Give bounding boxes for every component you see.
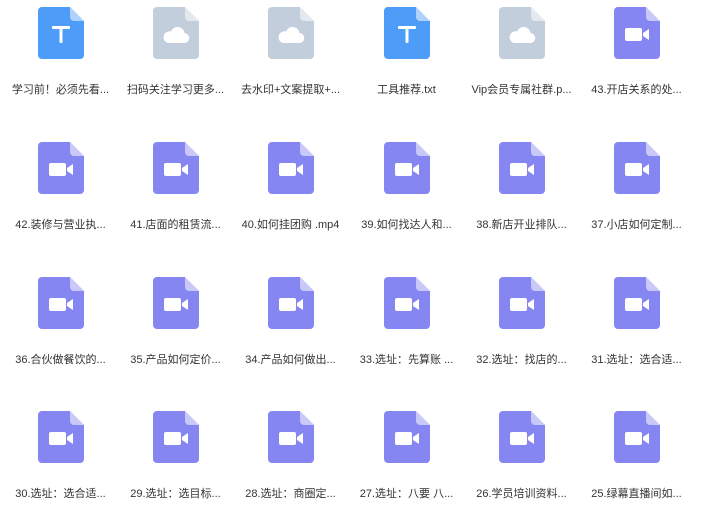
file-name: 33.选址：先算账 ... [359,354,454,366]
file-item[interactable]: 去水印+文案提取+... [233,7,348,125]
file-name: 学习前！必须先看... [11,84,110,96]
file-item[interactable]: 32.选址：找店的... [464,277,579,395]
file-name: 32.选址：找店的... [476,354,567,366]
file-item[interactable]: 工具推荐.txt [349,7,464,125]
video-file-icon [153,411,199,463]
video-file-icon [614,142,660,194]
file-item[interactable]: 34.产品如何做出... [233,277,348,395]
video-file-icon [38,277,84,329]
file-item[interactable]: 28.选址：商圈定... [233,411,348,519]
file-item[interactable]: 41.店面的租赁流... [118,142,233,260]
file-item[interactable]: 31.选址：选合适... [579,277,694,395]
video-file-icon [153,277,199,329]
video-file-icon [268,411,314,463]
file-item[interactable]: 33.选址：先算账 ... [349,277,464,395]
video-file-icon [384,277,430,329]
file-name: 39.如何找达人和... [361,219,452,231]
file-name: 去水印+文案提取+... [240,84,340,96]
video-file-icon [499,142,545,194]
file-name: 40.如何挂团购 .mp4 [241,219,340,231]
file-name: Vip会员专属社群.p... [471,84,572,96]
text-file-icon [38,7,84,59]
video-file-icon [614,7,660,59]
text-file-icon [384,7,430,59]
file-name: 34.产品如何做出... [245,354,336,366]
file-item[interactable]: 35.产品如何定价... [118,277,233,395]
file-item[interactable]: 25.绿幕直播间如... [579,411,694,519]
video-file-icon [38,142,84,194]
file-item[interactable]: 扫码关注学习更多... [118,7,233,125]
file-item[interactable]: 36.合伙做餐饮的... [3,277,118,395]
file-name: 36.合伙做餐饮的... [15,354,106,366]
file-item[interactable]: 27.选址：八要 八... [349,411,464,519]
file-name: 28.选址：商圈定... [245,488,336,500]
cloud-file-icon [499,7,545,59]
file-name: 42.装修与营业执... [15,219,106,231]
video-file-icon [614,277,660,329]
file-name: 29.选址：选目标... [130,488,221,500]
file-item[interactable]: 39.如何找达人和... [349,142,464,260]
file-name: 26.学员培训资料... [476,488,567,500]
file-item[interactable]: 29.选址：选目标... [118,411,233,519]
file-item[interactable]: 学习前！必须先看... [3,7,118,125]
video-file-icon [268,277,314,329]
file-name: 37.小店如何定制... [591,219,682,231]
file-item[interactable]: 38.新店开业排队... [464,142,579,260]
file-name: 31.选址：选合适... [591,354,682,366]
video-file-icon [384,142,430,194]
file-name: 35.产品如何定价... [130,354,221,366]
video-file-icon [38,411,84,463]
file-grid: 学习前！必须先看... 扫码关注学习更多... 去水印+文案提取+... 工具推荐.t… [0,0,703,519]
video-file-icon [384,411,430,463]
file-item[interactable]: Vip会员专属社群.p... [464,7,579,125]
file-item[interactable]: 30.选址：选合适... [3,411,118,519]
file-item[interactable]: 37.小店如何定制... [579,142,694,260]
file-name: 38.新店开业排队... [476,219,567,231]
cloud-file-icon [268,7,314,59]
video-file-icon [614,411,660,463]
file-name: 41.店面的租赁流... [130,219,221,231]
video-file-icon [499,411,545,463]
file-name: 扫码关注学习更多... [126,84,225,96]
file-item[interactable]: 43.开店关系的处... [579,7,694,125]
file-item[interactable]: 26.学员培训资料... [464,411,579,519]
file-name: 30.选址：选合适... [15,488,106,500]
file-item[interactable]: 40.如何挂团购 .mp4 [233,142,348,260]
video-file-icon [268,142,314,194]
video-file-icon [153,142,199,194]
cloud-file-icon [153,7,199,59]
file-item[interactable]: 42.装修与营业执... [3,142,118,260]
file-name: 工具推荐.txt [377,84,436,96]
video-file-icon [499,277,545,329]
file-name: 27.选址：八要 八... [359,488,454,500]
file-name: 25.绿幕直播间如... [591,488,682,500]
file-name: 43.开店关系的处... [591,84,682,96]
